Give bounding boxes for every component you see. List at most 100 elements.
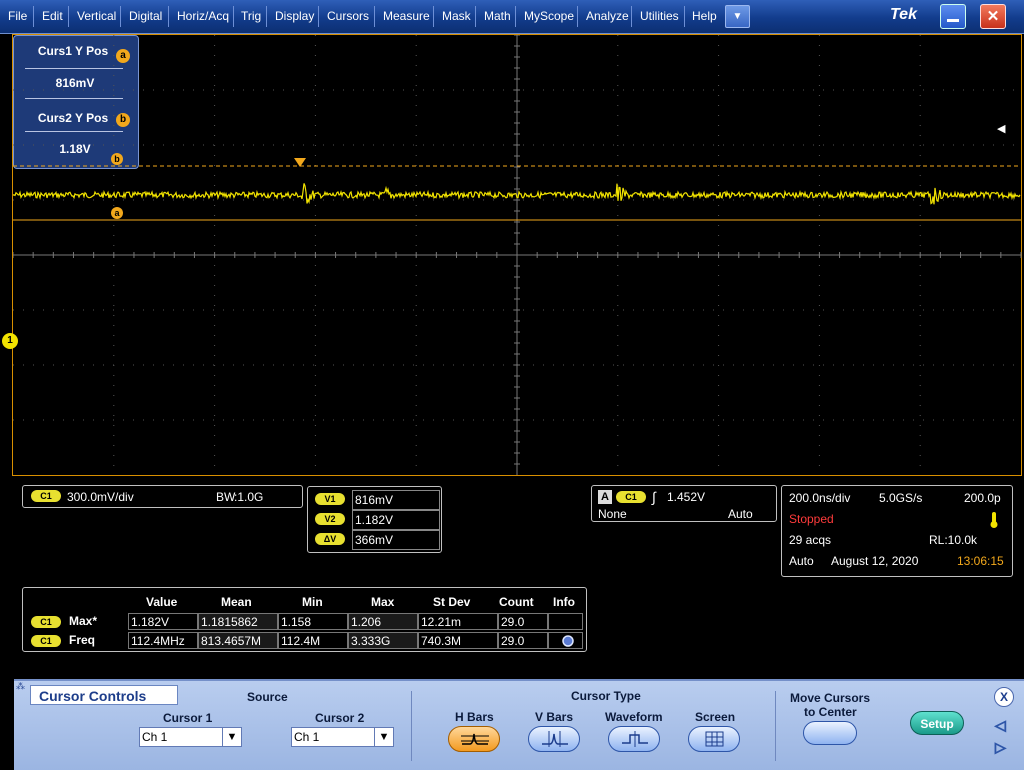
bandwidth-label: BW <box>216 490 236 504</box>
row2-name: Freq <box>69 633 96 647</box>
menu-trig[interactable]: Trig <box>241 9 261 23</box>
row1-name: Max* <box>69 614 98 628</box>
table-cell: 1.1815862 <box>198 613 278 630</box>
hbars-button[interactable] <box>448 726 500 752</box>
info-cell[interactable] <box>548 632 583 649</box>
cursor-controls-panel: ⁂ Cursor Controls Source Cursor 1 Ch 1 ▼… <box>14 679 1024 770</box>
menu-display[interactable]: Display <box>275 9 314 23</box>
v1-badge: V1 <box>315 493 345 505</box>
table-cell: 12.21m <box>418 613 498 630</box>
cursor-values-box: V1 816mV V2 1.182V ΔV 366mV <box>307 486 442 553</box>
table-cell: 112.4M <box>278 632 348 649</box>
screen-button[interactable] <box>688 726 740 752</box>
trigger-readout[interactable]: A C1 ∫ 1.452V None Auto <box>591 485 777 522</box>
col-stdev: St Dev <box>433 595 471 609</box>
trigger-a-badge: A <box>598 490 612 504</box>
table-cell: 29.0 <box>498 632 548 649</box>
cursor1-source-value: Ch 1 <box>142 730 168 744</box>
menu-digital[interactable]: Digital <box>129 9 162 23</box>
move-cursors-label-2: to Center <box>804 705 857 719</box>
menu-measure[interactable]: Measure <box>383 9 430 23</box>
chevron-down-icon[interactable]: ▼ <box>374 728 393 746</box>
cursor-arrow-icon: ◀ <box>997 123 1006 135</box>
row2-badge: C1 <box>31 635 61 647</box>
trigger-sweep: Auto <box>728 507 753 521</box>
menu-edit[interactable]: Edit <box>42 9 63 23</box>
menu-myscope[interactable]: MyScope <box>524 9 574 23</box>
col-value: Value <box>146 595 178 609</box>
c1-badge: C1 <box>31 490 61 502</box>
menu-math[interactable]: Math <box>484 9 511 23</box>
menu-bar: File Edit Vertical Digital Horiz/Acq Tri… <box>0 0 1024 34</box>
acq-count: 29 acqs <box>789 533 832 547</box>
cursor-a-marker[interactable]: a <box>111 207 123 219</box>
panel-title: Cursor Controls <box>30 685 178 705</box>
delta-v-badge: ΔV <box>315 533 345 545</box>
screen-label: Screen <box>695 710 736 724</box>
bandwidth-value: :1.0G <box>234 490 264 504</box>
panel-close-button[interactable]: X <box>994 687 1014 707</box>
cursor-b-marker[interactable]: b <box>111 153 123 165</box>
menu-horiz-acq[interactable]: Horiz/Acq <box>177 9 229 23</box>
curs2-label: Curs2 Y Pos <box>37 111 109 125</box>
waveform-display[interactable]: Curs1 Y Pos a 816mV Curs2 Y Pos b 1.18V … <box>12 34 1022 476</box>
table-cell: 813.4657M <box>198 632 278 649</box>
vbars-label: V Bars <box>535 710 574 724</box>
resolution: 200.0p <box>964 491 1001 505</box>
menu-vertical[interactable]: Vertical <box>77 9 116 23</box>
sample-rate: 5.0GS/s <box>879 491 923 505</box>
measurement-table[interactable]: Value Mean Min Max St Dev Count Info C1 … <box>22 587 587 652</box>
screen-icon <box>705 731 724 747</box>
table-cell: 1.158 <box>278 613 348 630</box>
menu-dropdown-button[interactable]: ▼ <box>725 5 750 28</box>
curs1-value: 816mV <box>55 76 95 90</box>
setup-button[interactable]: Setup <box>910 711 964 735</box>
col-max: Max <box>371 595 395 609</box>
scroll-left-icon[interactable]: ◁ <box>995 717 1007 734</box>
minimize-button[interactable] <box>940 4 966 29</box>
channel-readout[interactable]: C1 300.0mV/div BW :1.0G <box>22 485 303 508</box>
table-cell: 112.4MHz <box>128 632 198 649</box>
vertical-scale: 300.0mV/div <box>67 490 134 504</box>
row1-badge: C1 <box>31 616 61 628</box>
cursor2-source-select[interactable]: Ch 1 ▼ <box>291 727 394 747</box>
cursor1-label: Cursor 1 <box>163 711 213 725</box>
move-cursors-to-center-button[interactable] <box>803 721 857 745</box>
channel-1-marker[interactable]: 1 <box>2 333 18 349</box>
vbars-button[interactable] <box>528 726 580 752</box>
thermometer-icon <box>990 512 998 528</box>
menu-file[interactable]: File <box>8 9 27 23</box>
acquisition-readout[interactable]: 200.0ns/div 5.0GS/s 200.0p Stopped 29 ac… <box>781 485 1013 577</box>
col-info: Info <box>553 595 575 609</box>
menu-analyze[interactable]: Analyze <box>586 9 629 23</box>
cursor-type-label: Cursor Type <box>571 689 641 703</box>
acq-state: Stopped <box>789 512 834 526</box>
table-cell <box>548 613 583 630</box>
chevron-down-icon[interactable]: ▼ <box>222 728 241 746</box>
cursor-b-badge: b <box>116 113 130 127</box>
table-cell: 1.206 <box>348 613 418 630</box>
rising-edge-icon: ∫ <box>652 489 656 505</box>
curs1-label: Curs1 Y Pos <box>37 44 109 58</box>
vbars-icon <box>542 731 568 747</box>
menu-mask[interactable]: Mask <box>442 9 471 23</box>
record-length: RL:10.0k <box>929 533 978 547</box>
col-count: Count <box>499 595 534 609</box>
timebase: 200.0ns/div <box>789 491 851 505</box>
menu-utilities[interactable]: Utilities <box>640 9 679 23</box>
waveform-icon <box>622 731 648 747</box>
cursor1-source-select[interactable]: Ch 1 ▼ <box>139 727 242 747</box>
hbars-icon <box>461 733 489 745</box>
table-cell: 29.0 <box>498 613 548 630</box>
panel-grip-icon[interactable]: ⁂ <box>16 681 25 692</box>
cursor-a-badge: a <box>116 49 130 63</box>
scroll-right-icon[interactable]: ▷ <box>995 739 1007 756</box>
waveform-button[interactable] <box>608 726 660 752</box>
source-label: Source <box>247 690 288 704</box>
info-icon[interactable] <box>561 634 575 648</box>
delta-v-value: 366mV <box>355 533 394 547</box>
table-cell: 3.333G <box>348 632 418 649</box>
menu-help[interactable]: Help <box>692 9 717 23</box>
menu-cursors[interactable]: Cursors <box>327 9 369 23</box>
close-button[interactable]: ✕ <box>980 4 1006 29</box>
